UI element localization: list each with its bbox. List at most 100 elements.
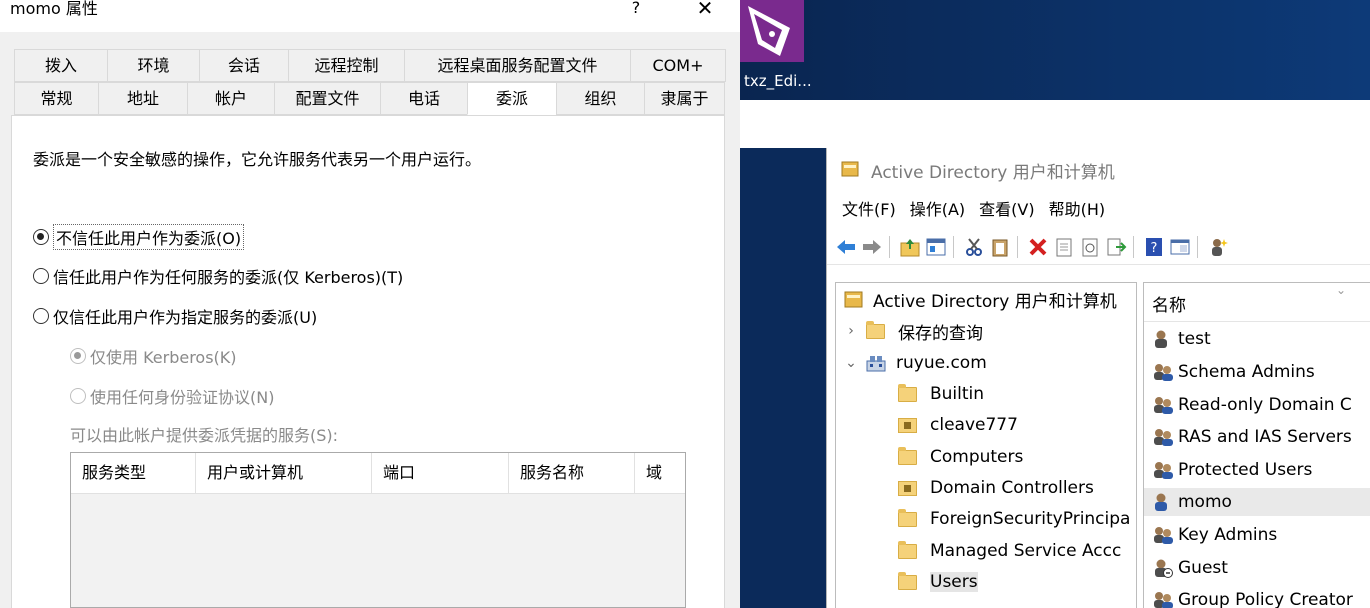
tab-com-plus[interactable]: COM+ [630, 49, 726, 82]
col-user-or-computer[interactable]: 用户或计算机 [196, 453, 372, 493]
aduc-window: Active Directory 用户和计算机 文件(F) 操作(A) 查看(V… [826, 148, 1370, 608]
new-user-icon[interactable] [1207, 236, 1229, 258]
tree-node-domain[interactable]: ⌄ ruyue.com [844, 349, 987, 377]
radio-kerberos-only[interactable]: 仅使用 Kerberos(K) [70, 344, 237, 368]
list-item-group-policy-creator-owners[interactable]: Group Policy Creator [1152, 586, 1353, 608]
tab-organization[interactable]: 组织 [556, 82, 644, 115]
tree-node-label: Managed Service Accc [930, 541, 1122, 561]
menu-file[interactable]: 文件(F) [827, 196, 908, 224]
tab-rds-profile[interactable]: 远程桌面服务配置文件 [404, 49, 630, 82]
radio-label: 不信任此用户作为委派(O) [53, 224, 245, 250]
tree-node-cleave777[interactable]: cleave777 [898, 411, 1018, 439]
delete-icon[interactable] [1027, 236, 1049, 258]
tab-row-2: 常规 地址 帐户 配置文件 电话 委派 组织 隶属于 [14, 82, 725, 115]
group-icon [1154, 527, 1173, 544]
tab-account[interactable]: 帐户 [187, 82, 274, 115]
chevron-down-icon[interactable]: ⌄ [844, 355, 858, 371]
organizational-unit-icon [898, 480, 917, 496]
folder-icon [898, 571, 917, 590]
list-item-guest[interactable]: Guest [1152, 554, 1228, 582]
back-icon[interactable] [835, 236, 857, 258]
user-icon [1155, 493, 1167, 511]
forward-icon[interactable] [861, 236, 883, 258]
radio-indicator [33, 229, 49, 245]
radio-indicator [33, 268, 49, 284]
paste-icon[interactable] [989, 236, 1011, 258]
chevron-right-icon[interactable]: › [844, 323, 858, 339]
radio-trust-any-service[interactable]: 信任此用户作为任何服务的委派(仅 Kerberos)(T) [33, 264, 403, 288]
group-icon [1154, 592, 1173, 608]
toolbar-separator [1197, 236, 1198, 258]
tree-node-saved-queries[interactable]: › 保存的查询 [844, 317, 983, 345]
tab-telephones[interactable]: 电话 [380, 82, 467, 115]
col-service-name[interactable]: 服务名称 [509, 453, 635, 493]
list-item-test[interactable]: test [1152, 325, 1211, 353]
tab-dial-in[interactable]: 拨入 [14, 49, 107, 82]
up-folder-icon[interactable] [899, 236, 921, 258]
list-item-label: test [1178, 329, 1211, 349]
services-grid[interactable]: 服务类型 用户或计算机 端口 服务名称 域 [70, 452, 686, 608]
tree-node-root[interactable]: Active Directory 用户和计算机 [844, 285, 1117, 313]
folder-icon [898, 508, 917, 527]
radio-indicator [33, 308, 49, 324]
tab-row-1: 拨入 环境 会话 远程控制 远程桌面服务配置文件 COM+ [14, 49, 726, 82]
col-service-type[interactable]: 服务类型 [71, 453, 196, 493]
cut-icon[interactable] [963, 236, 985, 258]
radio-indicator [70, 388, 86, 404]
tab-environment[interactable]: 环境 [107, 49, 199, 82]
tree-node-label: cleave777 [930, 415, 1018, 435]
desktop-shortcut[interactable]: txz_Edi... [740, 0, 824, 100]
tree-node-builtin[interactable]: Builtin [898, 380, 984, 408]
radio-trust-specified-services[interactable]: 仅信任此用户作为指定服务的委派(U) [33, 304, 317, 328]
list-item-schema-admins[interactable]: Schema Admins [1152, 358, 1315, 386]
radio-any-auth-protocol[interactable]: 使用任何身份验证协议(N) [70, 384, 274, 408]
show-tree-icon[interactable] [925, 236, 947, 258]
tab-general[interactable]: 常规 [14, 82, 98, 115]
tree-node-managed-service-accounts[interactable]: Managed Service Accc [898, 537, 1121, 565]
list-item-momo[interactable]: momo [1144, 488, 1370, 516]
properties-icon[interactable] [1053, 236, 1075, 258]
view-icon[interactable] [1169, 236, 1191, 258]
menu-view[interactable]: 查看(V) [977, 196, 1046, 224]
col-port[interactable]: 端口 [372, 453, 509, 493]
tree-node-label: Builtin [930, 384, 985, 404]
close-button[interactable]: ✕ [690, 0, 720, 20]
list-item-label: Group Policy Creator [1178, 590, 1353, 608]
export-list-icon[interactable] [1105, 236, 1127, 258]
tree-node-domain-controllers[interactable]: Domain Controllers [898, 474, 1094, 502]
list-item-protected-users[interactable]: Protected Users [1152, 456, 1312, 484]
menubar: 文件(F) 操作(A) 查看(V) 帮助(H) [827, 196, 1370, 224]
radio-do-not-trust[interactable]: 不信任此用户作为委派(O) [33, 224, 245, 250]
folder-icon [898, 446, 917, 465]
folder-icon [898, 383, 917, 402]
column-name-header[interactable]: 名称 [1152, 291, 1186, 316]
toolbar-separator [889, 236, 890, 258]
tab-remote-control[interactable]: 远程控制 [288, 49, 404, 82]
list-item-label: RAS and IAS Servers [1178, 427, 1352, 447]
tree-node-users[interactable]: Users [898, 568, 978, 596]
col-domain[interactable]: 域 [635, 453, 685, 493]
menu-action[interactable]: 操作(A) [908, 196, 977, 224]
console-tree[interactable]: Active Directory 用户和计算机 › 保存的查询 ⌄ ruyue.… [835, 282, 1137, 608]
tree-node-computers[interactable]: Computers [898, 443, 1023, 471]
aduc-titlebar: Active Directory 用户和计算机 [827, 148, 1370, 188]
tab-sessions[interactable]: 会话 [199, 49, 288, 82]
tab-profile[interactable]: 配置文件 [274, 82, 380, 115]
services-label: 可以由此帐户提供委派凭据的服务(S): [70, 426, 339, 445]
folder-icon [866, 320, 885, 339]
refresh-icon[interactable] [1079, 236, 1101, 258]
menu-help[interactable]: 帮助(H) [1047, 196, 1118, 224]
background-window [740, 100, 1370, 148]
object-list[interactable]: 名称 ⌄ test Schema Admins Read-only Domain… [1143, 282, 1370, 608]
list-item-ras-and-ias-servers[interactable]: RAS and IAS Servers [1152, 423, 1352, 451]
tree-node-foreign-security-principals[interactable]: ForeignSecurityPrincipa [898, 505, 1130, 533]
help-button[interactable]: ? [624, 0, 648, 18]
group-icon [1154, 462, 1173, 479]
tab-member-of[interactable]: 隶属于 [644, 82, 725, 115]
tab-address[interactable]: 地址 [98, 82, 187, 115]
tab-delegation[interactable]: 委派 [467, 82, 556, 115]
help-icon[interactable]: ? [1143, 236, 1165, 258]
list-item-key-admins[interactable]: Key Admins [1152, 521, 1277, 549]
list-item-read-only-domain-controllers[interactable]: Read-only Domain C [1152, 391, 1352, 419]
list-item-label: Schema Admins [1178, 362, 1315, 382]
